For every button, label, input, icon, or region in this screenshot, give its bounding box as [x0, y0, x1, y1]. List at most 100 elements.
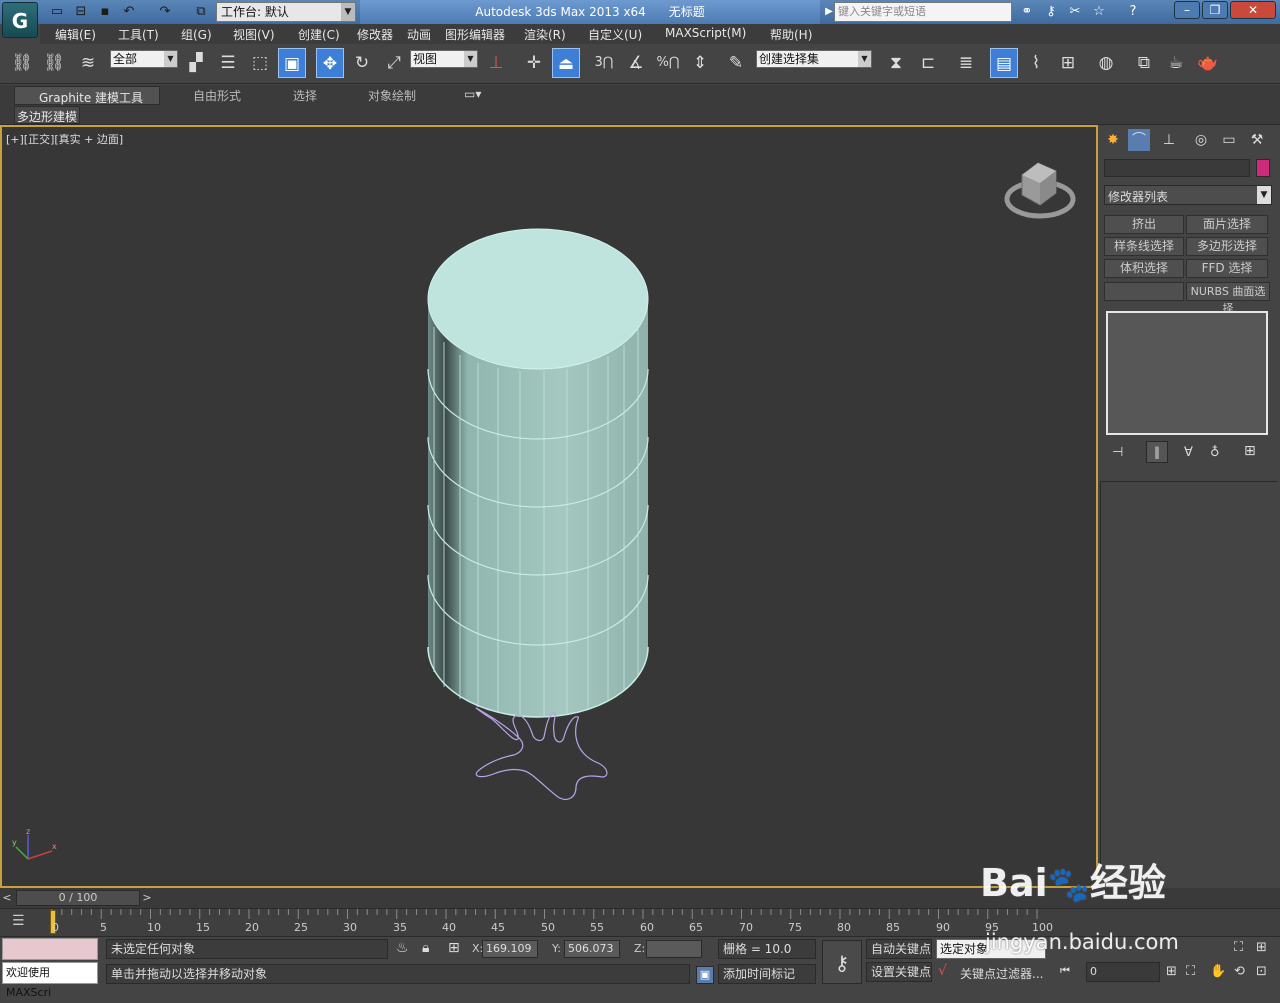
- empty-modifier-button[interactable]: [1104, 282, 1184, 301]
- extrude-button[interactable]: 挤出: [1104, 215, 1184, 234]
- time-config-icon[interactable]: ⊞: [1166, 964, 1177, 979]
- restore-button[interactable]: ❐: [1202, 1, 1228, 19]
- angle-snap-icon[interactable]: ∡: [622, 48, 650, 78]
- nurbs-surface-select-button[interactable]: NURBS 曲面选择: [1186, 282, 1270, 315]
- next-frame-icon[interactable]: >: [140, 890, 154, 906]
- project-folder-icon[interactable]: ⧉: [192, 3, 210, 21]
- align-icon[interactable]: ⊏: [914, 48, 942, 78]
- auto-key-button[interactable]: 自动关键点: [866, 939, 932, 959]
- add-time-tag[interactable]: 添加时间标记: [718, 964, 816, 984]
- field-of-view-icon[interactable]: ⊞: [1256, 940, 1267, 955]
- menu-tools[interactable]: 工具(T): [118, 26, 159, 43]
- go-to-start-icon[interactable]: ⏮: [1060, 964, 1070, 978]
- bind-space-warp-icon[interactable]: ≋: [74, 48, 102, 78]
- select-and-rotate-icon[interactable]: ↻: [348, 48, 376, 78]
- window-crossing-icon[interactable]: ▣: [278, 48, 306, 78]
- key-icon[interactable]: ⚷: [1042, 3, 1060, 21]
- menu-rendering[interactable]: 渲染(R): [524, 26, 566, 43]
- link-icon[interactable]: ⛓: [8, 48, 36, 78]
- open-file-icon[interactable]: ⊟: [72, 3, 90, 21]
- save-file-icon[interactable]: ▪: [96, 3, 114, 21]
- select-and-scale-icon[interactable]: ⤢: [380, 48, 408, 78]
- orbit-icon[interactable]: ⟲: [1234, 964, 1245, 979]
- keyboard-shortcut-override-icon[interactable]: ⏏: [552, 48, 580, 78]
- remove-modifier-icon[interactable]: ♁: [1210, 445, 1220, 460]
- tab-selection[interactable]: 选择: [293, 87, 317, 104]
- material-editor-icon[interactable]: ◍: [1092, 48, 1120, 78]
- graphite-toggle-icon[interactable]: ▤: [990, 48, 1018, 78]
- communication-center-icon[interactable]: ✂: [1066, 3, 1084, 21]
- maximize-viewport-icon[interactable]: ⊡: [1256, 964, 1267, 979]
- current-frame-input[interactable]: 0: [1086, 962, 1160, 982]
- pin-stack-icon[interactable]: ⊣: [1112, 445, 1123, 460]
- display-tab-icon[interactable]: ▭: [1218, 129, 1240, 151]
- search-input[interactable]: 键入关键字或短语: [834, 2, 1012, 22]
- workspace-select[interactable]: 工作台: 默认 ▼: [216, 2, 356, 22]
- polygon-modeling-panel[interactable]: 多边形建模: [14, 106, 80, 124]
- object-color-swatch[interactable]: [1256, 159, 1270, 177]
- show-end-result-icon[interactable]: ‖: [1146, 441, 1168, 463]
- tab-freeform[interactable]: 自由形式: [193, 87, 241, 104]
- menu-graph-editors[interactable]: 图形编辑器: [445, 26, 505, 43]
- maxscript-mini-listener[interactable]: 欢迎使用 MAXScri: [2, 962, 98, 999]
- modifier-stack[interactable]: [1106, 311, 1268, 435]
- set-key-button[interactable]: 设置关键点: [866, 962, 932, 982]
- create-tab-icon[interactable]: ✸: [1102, 129, 1124, 151]
- mirror-icon[interactable]: ⧗: [882, 48, 910, 78]
- edit-named-selection-icon[interactable]: ✎: [722, 48, 750, 78]
- make-unique-icon[interactable]: ∀: [1184, 445, 1193, 460]
- select-by-name-icon[interactable]: ☰: [214, 48, 242, 78]
- volume-select-button[interactable]: 体积选择: [1104, 259, 1184, 278]
- utilities-tab-icon[interactable]: ⚒: [1246, 129, 1268, 151]
- isolate-selection-icon[interactable]: ♨: [396, 940, 409, 956]
- zoom-extents-icon[interactable]: ⛶: [1186, 964, 1195, 979]
- menu-customize[interactable]: 自定义(U): [588, 26, 642, 43]
- poly-select-button[interactable]: 多边形选择: [1186, 237, 1268, 256]
- schematic-view-icon[interactable]: ⊞: [1054, 48, 1082, 78]
- render-setup-icon[interactable]: ⧉: [1130, 48, 1158, 78]
- select-and-move-icon[interactable]: ✥: [316, 48, 344, 78]
- zoom-region-icon[interactable]: ⛶: [1234, 940, 1243, 955]
- maxscript-listener-color[interactable]: [2, 938, 98, 960]
- snaps-toggle-icon[interactable]: 3⋂: [590, 48, 618, 78]
- undo-icon[interactable]: ↶: [120, 3, 138, 21]
- key-mode-icon[interactable]: √: [938, 963, 947, 979]
- configure-modifier-sets-icon[interactable]: ⊞: [1244, 443, 1256, 459]
- close-button[interactable]: ✕: [1230, 1, 1276, 19]
- menu-help[interactable]: 帮助(H): [770, 26, 812, 43]
- time-tag-icon[interactable]: ▣: [696, 966, 714, 984]
- patch-select-button[interactable]: 面片选择: [1186, 215, 1268, 234]
- help-icon[interactable]: ?: [1124, 3, 1142, 21]
- time-slider-thumb[interactable]: 0 / 100: [16, 890, 140, 906]
- ffd-select-button[interactable]: FFD 选择: [1186, 259, 1268, 278]
- reference-coordinate-select[interactable]: 视图 ▼: [410, 50, 478, 68]
- set-key-icon[interactable]: ⚷: [822, 940, 862, 984]
- app-logo-button[interactable]: G: [2, 2, 38, 38]
- menu-views[interactable]: 视图(V): [233, 26, 275, 43]
- redo-icon[interactable]: ↷: [156, 3, 174, 21]
- ribbon-options-icon[interactable]: ▭▾: [464, 87, 481, 101]
- layer-manager-icon[interactable]: ≣: [952, 48, 980, 78]
- hand-spline-shape[interactable]: [475, 707, 608, 800]
- menu-maxscript[interactable]: MAXScript(M): [665, 26, 746, 40]
- render-production-icon[interactable]: 🫖: [1194, 48, 1222, 78]
- modifier-list-select[interactable]: 修改器列表 ▼: [1104, 185, 1272, 205]
- pan-view-icon[interactable]: ✋: [1210, 964, 1226, 979]
- motion-tab-icon[interactable]: ◎: [1190, 129, 1212, 151]
- binoculars-icon[interactable]: ⚭: [1018, 3, 1036, 21]
- selection-filter-select[interactable]: 全部 ▼: [110, 50, 178, 68]
- key-filters-button[interactable]: 关键点过滤器...: [960, 965, 1043, 982]
- x-coord-input[interactable]: 169.109: [482, 940, 538, 958]
- favorites-star-icon[interactable]: ☆: [1090, 3, 1108, 21]
- cylinder-object[interactable]: [427, 228, 649, 718]
- select-object-icon[interactable]: ▞: [182, 48, 210, 78]
- selection-lock-icon[interactable]: 🔒︎: [422, 940, 429, 956]
- object-name-input[interactable]: [1104, 159, 1250, 177]
- tab-graphite-modeling[interactable]: Graphite 建模工具: [14, 86, 160, 105]
- pivot-center-icon[interactable]: ⊥: [482, 48, 510, 78]
- unlink-icon[interactable]: ⛓: [40, 48, 68, 78]
- spinner-snap-icon[interactable]: ⇕: [686, 48, 714, 78]
- prev-frame-icon[interactable]: <: [0, 890, 14, 906]
- hierarchy-tab-icon[interactable]: ⊥: [1158, 129, 1180, 151]
- percent-snap-icon[interactable]: %⋂: [654, 48, 682, 78]
